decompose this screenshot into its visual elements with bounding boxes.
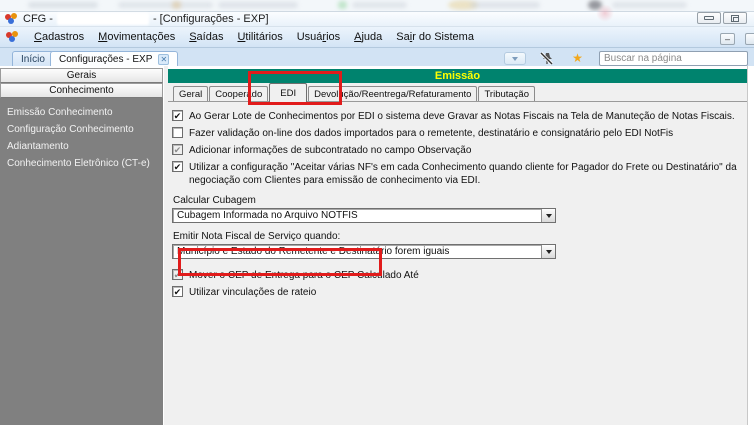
annotation-box-vinculacoes-rateio bbox=[178, 248, 382, 276]
sidebar-item-list: Emissão Conhecimento Configuração Conhec… bbox=[0, 98, 163, 172]
close-icon[interactable]: ✕ bbox=[158, 53, 170, 65]
dropdown-toolbar-button[interactable] bbox=[504, 52, 526, 65]
checkbox[interactable] bbox=[172, 110, 183, 121]
menu-item-cadastros[interactable]: Cadastros bbox=[27, 29, 91, 45]
checkbox-label: Fazer validação on-line dos dados import… bbox=[189, 128, 674, 139]
menu-item-utilitarios[interactable]: Utilitários bbox=[230, 29, 289, 45]
checkbox-label: Ao Gerar Lote de Conhecimentos por EDI o… bbox=[189, 111, 735, 122]
sidebar-section-label: Conhecimento bbox=[49, 85, 114, 96]
mdi-restore-button[interactable] bbox=[745, 33, 754, 45]
sidebar-item-configuracao-conhecimento[interactable]: Configuração Conhecimento bbox=[7, 121, 163, 138]
app-icon bbox=[6, 31, 19, 43]
checkbox[interactable] bbox=[172, 286, 183, 297]
tab-label: Configurações - EXP bbox=[59, 53, 153, 65]
checkbox-label: Utilizar a configuração "Aceitar várias … bbox=[189, 162, 737, 186]
redacted-title-region bbox=[56, 13, 149, 25]
sidebar-item-conhecimento-eletronico[interactable]: Conhecimento Eletrônico (CT-e) bbox=[7, 155, 163, 172]
main-panel: Emissão Geral Cooperado EDI Devolução/Re… bbox=[168, 66, 748, 425]
unpin-button[interactable] bbox=[538, 52, 554, 65]
blur-artifact bbox=[28, 2, 98, 8]
title-bar: CFG - - [Configurações - EXP] bbox=[0, 11, 754, 27]
tab-configuracoes-exp[interactable]: Configurações - EXP ✕ bbox=[50, 51, 179, 66]
checkbox-row-varias-nfs[interactable]: Utilizar a configuração "Aceitar várias … bbox=[172, 161, 747, 187]
blur-artifact bbox=[172, 1, 181, 9]
app-icon bbox=[5, 13, 18, 25]
select-value: Cubagem Informada no Arquivo NOTFIS bbox=[177, 210, 358, 221]
checkbox-row-vinculacoes-rateio[interactable]: Utilizar vinculações de rateio bbox=[172, 286, 747, 299]
checkbox[interactable] bbox=[172, 127, 183, 138]
workspace: Gerais Conhecimento Emissão Conhecimento… bbox=[0, 66, 754, 425]
tab-inicio[interactable]: Início bbox=[12, 51, 54, 66]
application-window: CFG - - [Configurações - EXP] Cadastros … bbox=[0, 0, 754, 425]
sidebar-item-emissao-conhecimento[interactable]: Emissão Conhecimento bbox=[7, 104, 163, 121]
calcular-cubagem-label: Calcular Cubagem bbox=[173, 195, 256, 206]
blur-artifact bbox=[218, 2, 298, 8]
sidebar: Gerais Conhecimento Emissão Conhecimento… bbox=[0, 66, 163, 425]
window-title-suffix: - [Configurações - EXP] bbox=[152, 13, 269, 25]
blur-artifact bbox=[338, 1, 347, 9]
blur-artifact bbox=[596, 4, 614, 22]
menu-item-usuarios[interactable]: Usuários bbox=[290, 29, 347, 45]
menu-item-sair-do-sistema[interactable]: Sair do Sistema bbox=[389, 29, 481, 45]
emitir-nota-fiscal-label: Emitir Nota Fiscal de Serviço quando: bbox=[173, 231, 341, 242]
chevron-down-icon bbox=[512, 56, 518, 61]
favorites-button[interactable]: ★ bbox=[570, 52, 585, 65]
minimize-icon bbox=[704, 16, 714, 20]
checkbox-row-gravar-notas[interactable]: Ao Gerar Lote de Conhecimentos por EDI o… bbox=[172, 110, 747, 123]
sidebar-section-gerais[interactable]: Gerais bbox=[0, 68, 163, 83]
sidebar-section-conhecimento[interactable]: Conhecimento bbox=[0, 83, 163, 98]
tab-label: Início bbox=[21, 53, 45, 65]
pin-slash-icon bbox=[539, 52, 553, 65]
menu-item-movimentacoes[interactable]: Movimentações bbox=[91, 29, 182, 45]
blur-artifact bbox=[612, 2, 687, 8]
search-input[interactable] bbox=[599, 51, 748, 66]
menu-item-saidas[interactable]: Saídas bbox=[182, 29, 230, 45]
sidebar-item-adiantamento[interactable]: Adiantamento bbox=[7, 138, 163, 155]
combo-arrow-button[interactable] bbox=[541, 209, 555, 222]
chevron-down-icon bbox=[545, 249, 552, 254]
checkbox-row-subcontratado[interactable]: Adicionar informações de subcontratado n… bbox=[172, 144, 747, 157]
checkbox-label: Utilizar vinculações de rateio bbox=[189, 287, 317, 298]
calcular-cubagem-select[interactable]: Cubagem Informada no Arquivo NOTFIS bbox=[172, 208, 556, 223]
checkbox-label: Adicionar informações de subcontratado n… bbox=[189, 145, 472, 156]
mdi-minimize-button[interactable]: – bbox=[720, 33, 735, 45]
sidebar-section-label: Gerais bbox=[66, 70, 97, 81]
menu-bar: Cadastros Movimentações Saídas Utilitári… bbox=[0, 27, 754, 48]
tab-geral[interactable]: Geral bbox=[173, 86, 209, 101]
blur-artifact bbox=[118, 2, 213, 8]
background-blur-strip bbox=[0, 0, 754, 11]
maximize-button[interactable] bbox=[723, 12, 747, 24]
minimize-button[interactable] bbox=[697, 12, 721, 24]
checkbox bbox=[172, 144, 183, 155]
tab-tributacao[interactable]: Tributação bbox=[478, 86, 535, 101]
maximize-icon bbox=[731, 14, 739, 22]
checkbox-row-validacao-online[interactable]: Fazer validação on-line dos dados import… bbox=[172, 127, 747, 140]
combo-arrow-button[interactable] bbox=[541, 245, 555, 258]
window-title-prefix: CFG - bbox=[23, 13, 53, 25]
menu-item-ajuda[interactable]: Ajuda bbox=[347, 29, 389, 45]
blur-artifact bbox=[470, 2, 540, 8]
annotation-box-edi-tab bbox=[248, 71, 342, 105]
chevron-down-icon bbox=[545, 213, 552, 218]
checkbox[interactable] bbox=[172, 161, 183, 172]
star-icon: ★ bbox=[572, 51, 583, 65]
blur-artifact bbox=[352, 2, 407, 8]
